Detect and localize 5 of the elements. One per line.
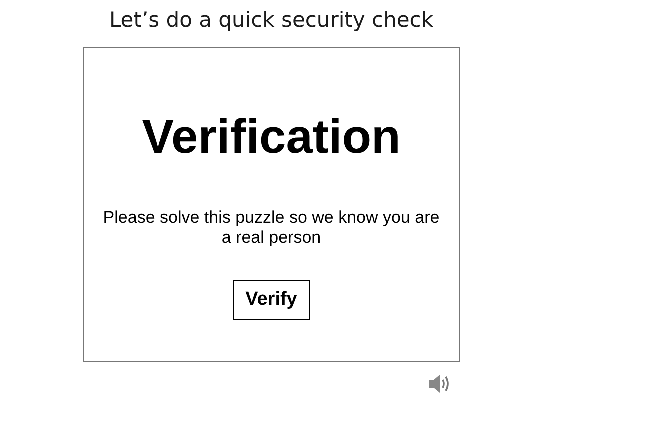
challenge-message: Please solve this puzzle so we know you are a real person (102, 208, 441, 248)
verify-button[interactable]: Verify (232, 280, 310, 320)
page-heading: Let’s do a quick security check (109, 7, 434, 34)
speaker-icon[interactable] (428, 374, 452, 394)
challenge-title: Verification (142, 110, 401, 166)
